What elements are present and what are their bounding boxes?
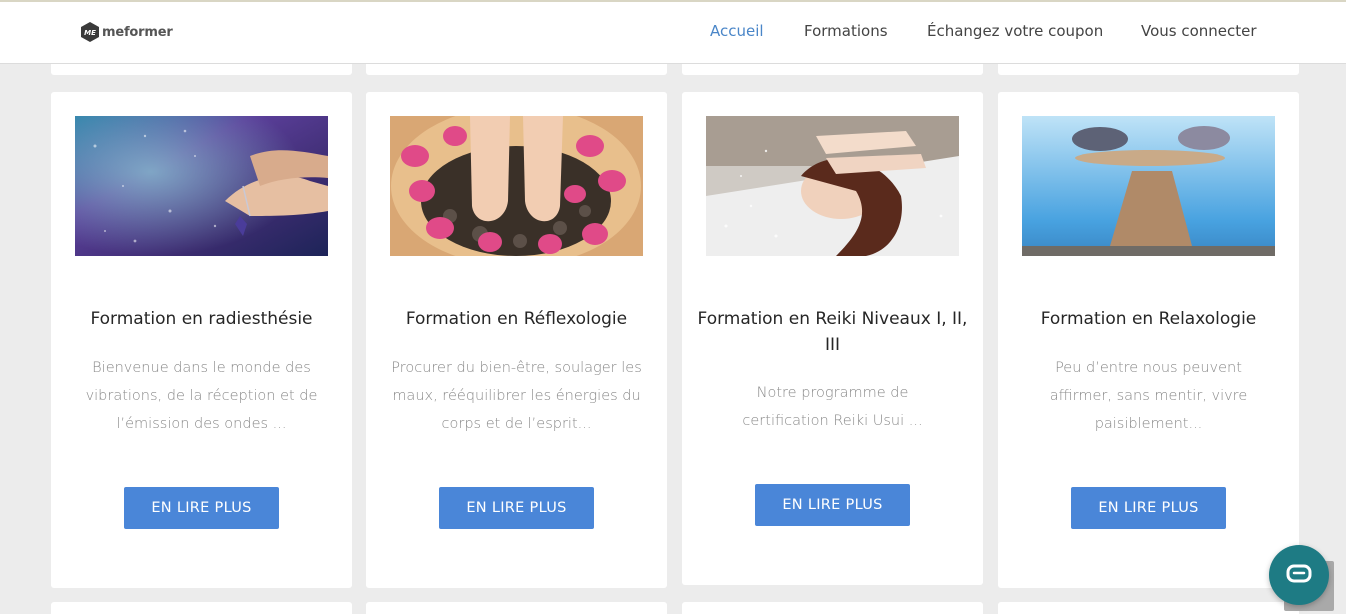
- nav-item-accueil[interactable]: Accueil: [710, 22, 764, 40]
- crystal-pendulum-hands-photo[interactable]: [75, 116, 328, 256]
- card-description: Procurer du bien-être, soulager les maux…: [391, 360, 642, 432]
- card-title: Formation en Reiki Niveaux I, II, III: [697, 309, 968, 355]
- card-description: Notre programme de certification Reiki U…: [742, 385, 923, 429]
- logo-text: meformer: [102, 24, 173, 40]
- site-header: ME meformer Accueil Formations Échangez …: [0, 0, 1346, 64]
- nav-item-coupon[interactable]: Échangez votre coupon: [927, 22, 1103, 40]
- balanced-stones-photo[interactable]: [1022, 116, 1275, 256]
- header-top-border: [0, 0, 1346, 2]
- course-card-reflexologie: Formation en Réflexologie Procurer du bi…: [366, 92, 667, 588]
- card-description: Peu d’entre nous peuvent affirmer, sans …: [1049, 360, 1248, 432]
- feet-rose-petals-bowl-photo[interactable]: [390, 116, 643, 256]
- site-logo[interactable]: ME meformer: [79, 20, 173, 44]
- read-more-button[interactable]: EN LIRE PLUS: [755, 484, 910, 526]
- card-title: Formation en Réflexologie: [405, 309, 628, 329]
- svg-text:ME: ME: [84, 29, 96, 37]
- course-card-relaxologie: Formation en Relaxologie Peu d’entre nou…: [998, 92, 1299, 588]
- card-partial-bottom: [682, 602, 983, 614]
- card-description: Bienvenue dans le monde des vibrations, …: [85, 360, 318, 432]
- card-partial-bottom: [998, 602, 1299, 614]
- chat-launcher-button[interactable]: [1269, 545, 1329, 605]
- chat-bubble-icon: [1286, 564, 1312, 583]
- read-more-button[interactable]: EN LIRE PLUS: [124, 487, 279, 529]
- nav-item-formations[interactable]: Formations: [804, 22, 888, 40]
- course-card-reiki: Formation en Reiki Niveaux I, II, III No…: [682, 92, 983, 585]
- read-more-button[interactable]: EN LIRE PLUS: [1071, 487, 1226, 529]
- reiki-healing-woman-photo[interactable]: [706, 116, 959, 256]
- card-partial-bottom: [366, 602, 667, 614]
- course-card-radiesthesie: Formation en radiesthésie Bienvenue dans…: [51, 92, 352, 588]
- read-more-button[interactable]: EN LIRE PLUS: [439, 487, 594, 529]
- logo-mark-icon: ME: [81, 22, 99, 42]
- card-partial-bottom: [51, 602, 352, 614]
- card-title: Formation en radiesthésie: [90, 309, 313, 329]
- nav-item-connexion[interactable]: Vous connecter: [1141, 22, 1257, 40]
- card-title: Formation en Relaxologie: [1040, 309, 1257, 329]
